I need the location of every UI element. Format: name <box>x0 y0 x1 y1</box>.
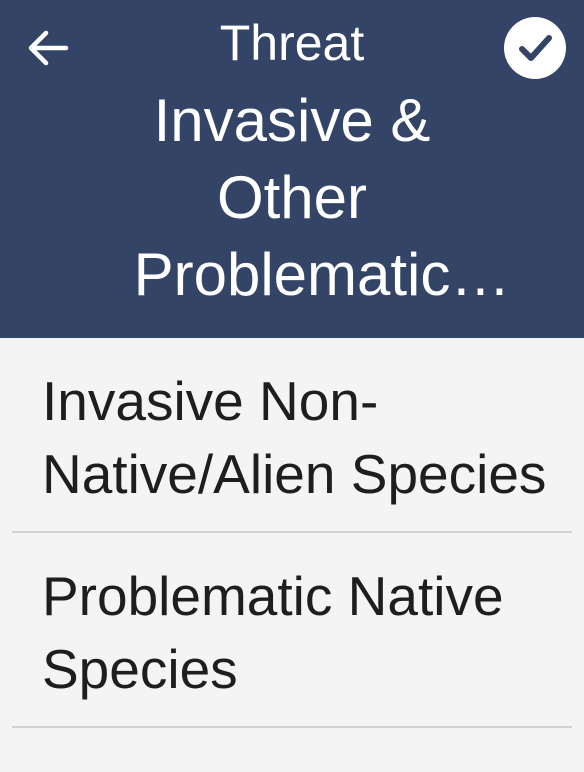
header-subtitle: Threat <box>219 15 365 71</box>
list-item-label: Problematic Native Species <box>42 565 504 700</box>
list-item[interactable]: Invasive Non-Native/Alien Species <box>0 338 584 531</box>
confirm-button[interactable] <box>504 17 566 79</box>
options-list: Invasive Non-Native/Alien Species Proble… <box>0 338 584 728</box>
page-title: Invasive & Other Problematic Species <box>133 87 451 308</box>
divider <box>12 726 572 728</box>
header-bar: Threat Invasive & Other Problematic Spec… <box>0 0 584 338</box>
list-item[interactable]: Problematic Native Species <box>0 533 584 726</box>
list-item-label: Invasive Non-Native/Alien Species <box>42 370 547 505</box>
check-icon <box>519 35 552 61</box>
